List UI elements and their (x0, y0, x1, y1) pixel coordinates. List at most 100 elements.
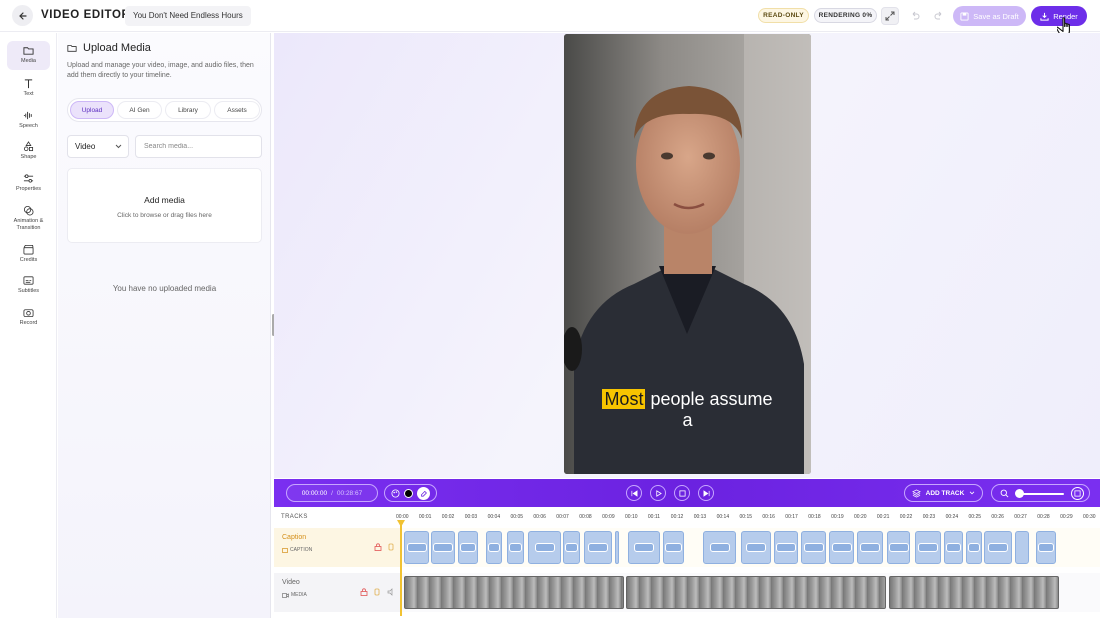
timeline-tick: 00:18 (808, 514, 821, 520)
timeline-tick: 00:30 (1083, 514, 1096, 520)
save-draft-label: Save as Draft (973, 11, 1019, 21)
timeline-tick: 00:16 (762, 514, 775, 520)
fit-icon (1074, 490, 1081, 497)
layers-icon (911, 488, 921, 498)
caption-overlay[interactable]: Most people assume a (564, 389, 811, 431)
track-type: CAPTION (282, 547, 312, 553)
eraser-button[interactable] (417, 486, 430, 500)
lock-icon[interactable] (374, 543, 382, 551)
caption-clip[interactable] (507, 531, 524, 564)
palette-icon[interactable] (391, 488, 400, 498)
caption-clip[interactable] (857, 531, 883, 564)
caption-clip[interactable] (1015, 531, 1029, 564)
caption-clip[interactable] (944, 531, 963, 564)
redo-button[interactable] (930, 7, 948, 25)
tab-library[interactable]: Library (165, 101, 211, 119)
caption-clip[interactable] (404, 531, 429, 564)
caption-clip[interactable] (829, 531, 854, 564)
caption-clip[interactable] (615, 531, 619, 564)
sidebar-item-animation[interactable]: Animation & Transition (7, 205, 50, 231)
visibility-icon[interactable] (374, 588, 380, 596)
video-clip[interactable] (626, 576, 886, 609)
back-button[interactable] (12, 5, 33, 26)
caption-clip[interactable] (628, 531, 660, 564)
search-media-input[interactable] (135, 135, 262, 158)
caption-clip[interactable] (458, 531, 478, 564)
undo-button[interactable] (906, 7, 924, 25)
timeline-tick: 00:22 (899, 514, 913, 520)
caption-clip[interactable] (1036, 531, 1056, 564)
download-icon (1040, 12, 1049, 21)
timeline-tick: 00:10 (625, 514, 638, 520)
caption-clip[interactable] (966, 531, 982, 564)
fullscreen-button[interactable] (881, 7, 899, 25)
time-display: 00:00:00 / 00:28:67 (286, 484, 378, 502)
play-button[interactable] (650, 485, 666, 501)
tab-assets[interactable]: Assets (214, 101, 260, 119)
video-preview[interactable]: Most people assume a (564, 34, 811, 474)
empty-media-message: You have no uploaded media (112, 284, 217, 293)
read-only-badge: READ-ONLY (758, 8, 809, 23)
sidebar-item-text[interactable]: Text (7, 78, 50, 98)
caption-clip[interactable] (663, 531, 684, 564)
expand-icon (885, 11, 895, 21)
volume-icon[interactable] (387, 588, 395, 596)
chevron-down-icon (970, 491, 975, 495)
caption-clip[interactable] (703, 531, 736, 564)
sidebar-item-shape[interactable]: Shape (7, 141, 50, 161)
tab-ai-gen[interactable]: AI Gen (117, 101, 162, 119)
sidebar-item-label: Media (21, 58, 36, 64)
panel-header: Upload Media (67, 42, 151, 54)
add-media-dropzone[interactable]: Add media Click to browse or drag files … (67, 168, 262, 243)
sidebar-item-credits[interactable]: Credits (7, 244, 50, 264)
stop-button[interactable] (674, 485, 690, 501)
timeline: TRACKS 00:00 00:01 00:02 00:03 00:04 00:05 00:… (274, 507, 1100, 618)
caption-clip[interactable] (741, 531, 771, 564)
caption-clip[interactable] (774, 531, 798, 564)
zoom-slider-handle[interactable] (1015, 489, 1024, 498)
sidebar-item-speech[interactable]: Speech (7, 110, 50, 130)
video-clip[interactable] (889, 576, 1059, 609)
sidebar-item-label: Subtitles (17, 288, 40, 294)
project-title[interactable]: You Don't Need Endless Hours (125, 6, 251, 26)
caption-clip[interactable] (528, 531, 561, 564)
caption-clip[interactable] (801, 531, 826, 564)
caption-clip[interactable] (984, 531, 1012, 564)
timeline-tick: 00:25 (968, 514, 982, 520)
timeline-tick: 00:04 (487, 514, 501, 520)
timeline-tick: 00:07 (556, 514, 569, 520)
sidebar-item-media[interactable]: Media (7, 41, 50, 70)
media-type-select[interactable]: Video (67, 135, 129, 158)
chevron-down-icon (115, 144, 122, 149)
timeline-tick: 00:17 (785, 514, 798, 520)
lock-icon[interactable] (360, 588, 368, 596)
playhead-handle[interactable] (397, 520, 405, 527)
sidebar-item-label: Properties (15, 186, 42, 192)
caption-clip[interactable] (887, 531, 910, 564)
playhead[interactable] (400, 520, 402, 616)
skip-forward-button[interactable] (698, 485, 714, 501)
add-track-button[interactable]: ADD TRACK (904, 484, 983, 502)
video-clip[interactable] (404, 576, 624, 609)
closed-caption-icon (565, 543, 578, 552)
sidebar-item-subtitles[interactable]: Subtitles (7, 275, 50, 295)
sidebar-item-properties[interactable]: Properties (7, 173, 50, 193)
sidebar-item-record[interactable]: Record (7, 307, 50, 327)
caption-clip[interactable] (563, 531, 580, 564)
caption-clip[interactable] (584, 531, 612, 564)
zoom-slider-track[interactable] (1018, 493, 1064, 495)
caption-clip[interactable] (486, 531, 502, 564)
caption-track-header: Caption CAPTION (274, 528, 401, 567)
caption-clip[interactable] (915, 531, 941, 564)
save-draft-button[interactable]: Save as Draft (953, 6, 1026, 26)
skip-back-button[interactable] (626, 485, 642, 501)
tab-upload[interactable]: Upload (70, 101, 114, 119)
caption-text-line2: a (682, 410, 693, 430)
fit-timeline-button[interactable] (1071, 487, 1084, 500)
caption-clip[interactable] (431, 531, 455, 564)
color-swatch[interactable] (404, 488, 413, 498)
caption-highlight-word: Most (602, 389, 646, 409)
timeline-tick: 00:05 (510, 514, 524, 520)
visibility-icon[interactable] (388, 543, 394, 551)
media-type-value: Video (75, 142, 96, 151)
